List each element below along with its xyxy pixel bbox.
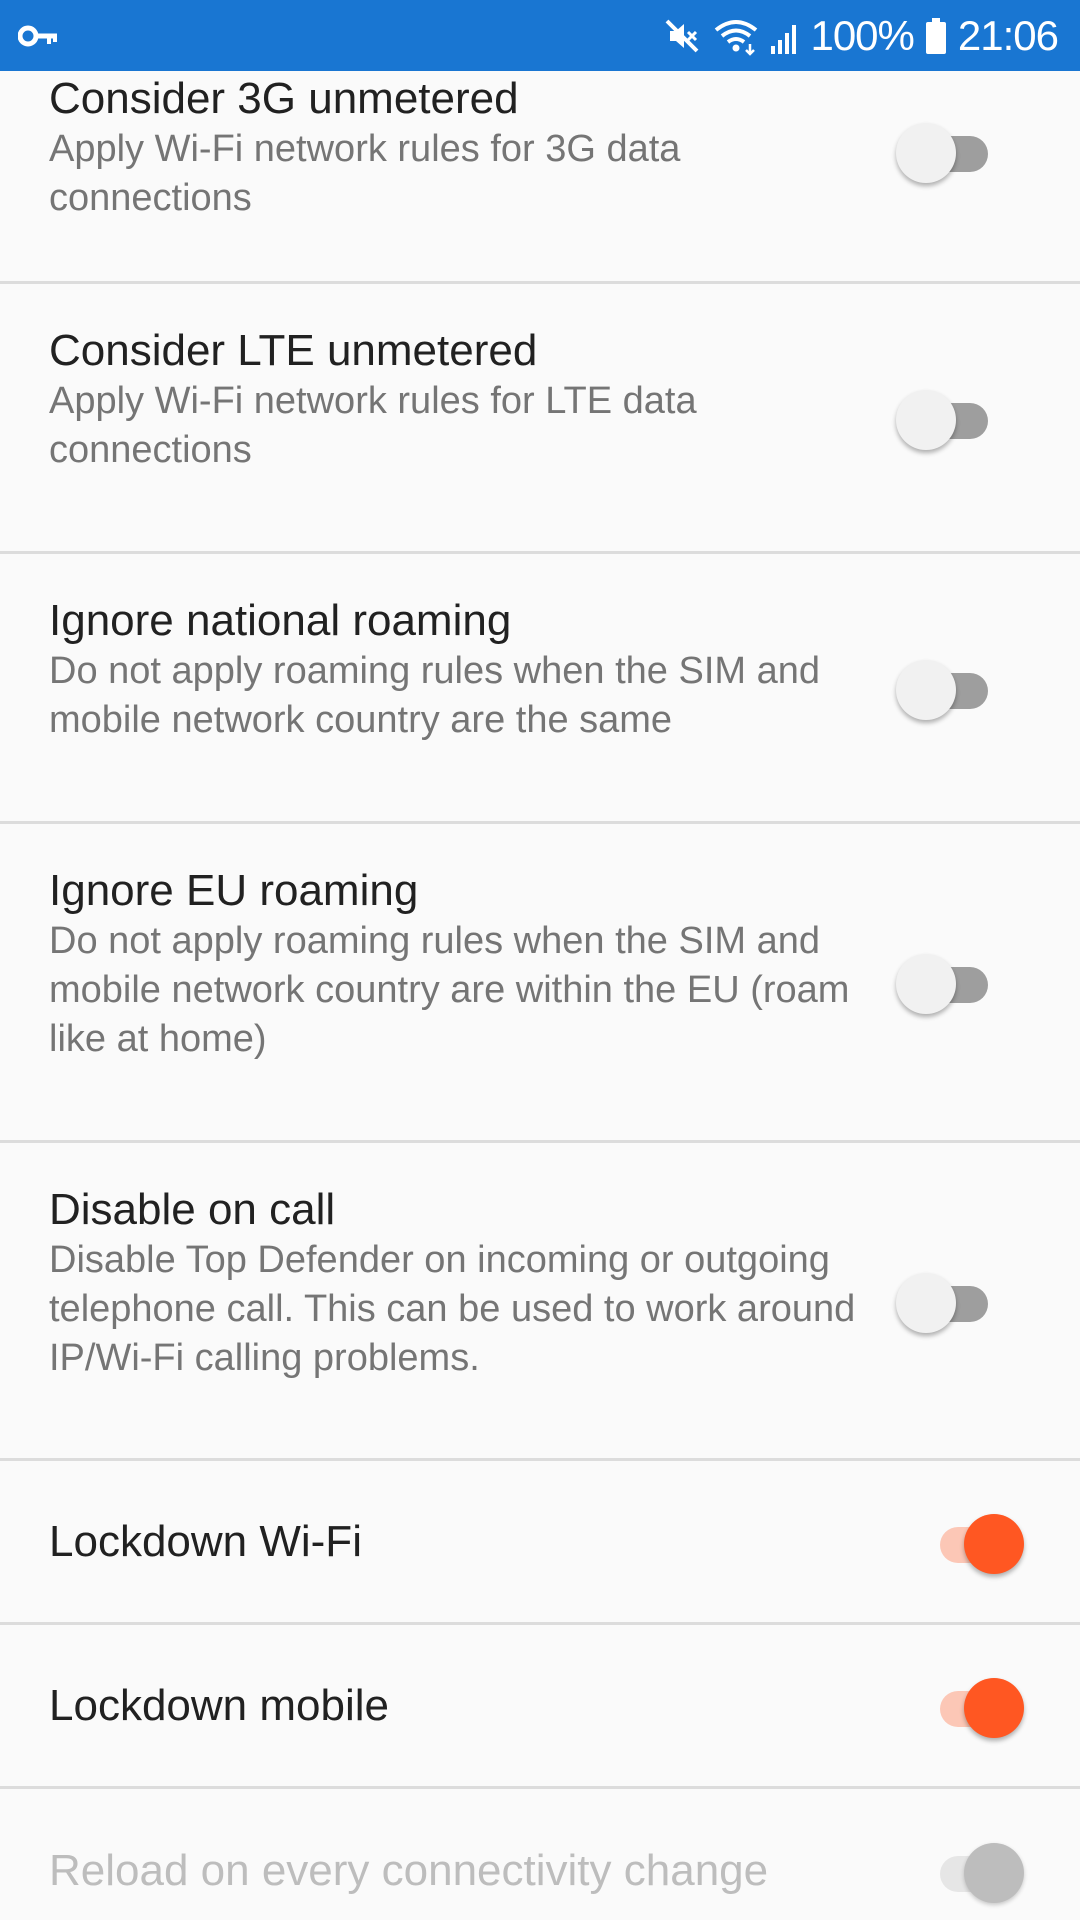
switch-thumb xyxy=(896,659,956,720)
battery-percent: 100% xyxy=(810,11,914,59)
clock: 21:06 xyxy=(957,11,1059,59)
setting-title: Lockdown mobile xyxy=(49,1680,389,1730)
setting-title: Disable on call xyxy=(49,1185,336,1234)
lockdown-wifi-switch[interactable] xyxy=(920,1510,1024,1574)
setting-title: Ignore EU roaming xyxy=(49,866,419,915)
setting-summary: Disable Top Defender on incoming or outg… xyxy=(49,1239,856,1379)
setting-lockdown-mobile[interactable]: Lockdown mobile xyxy=(0,1625,1080,1789)
setting-summary: Do not apply roaming rules when the SIM … xyxy=(49,650,820,741)
vpn-key-icon xyxy=(18,24,58,48)
lockdown-mobile-switch[interactable] xyxy=(920,1674,1024,1738)
setting-title: Reload on every connectivity change xyxy=(49,1846,769,1895)
setting-title: Consider 3G unmetered xyxy=(49,74,519,123)
consider-lte-unmetered-switch[interactable] xyxy=(896,386,1000,450)
disable-on-call-switch[interactable] xyxy=(896,1269,1000,1333)
mute-icon xyxy=(662,16,702,56)
setting-lockdown-wifi[interactable]: Lockdown Wi-Fi xyxy=(0,1461,1080,1625)
setting-summary: Apply Wi-Fi network rules for LTE data c… xyxy=(49,380,697,471)
battery-icon xyxy=(924,16,948,56)
setting-summary: Apply Wi-Fi network rules for 3G data co… xyxy=(49,128,681,219)
switch-thumb xyxy=(964,1677,1024,1738)
setting-title: Ignore national roaming xyxy=(49,596,512,645)
switch-thumb xyxy=(896,123,956,183)
setting-ignore-national-roaming[interactable]: Ignore national roaming Do not apply roa… xyxy=(0,554,1080,824)
setting-summary: Do not apply roaming rules when the SIM … xyxy=(49,920,850,1060)
setting-reload-on-connectivity-change: Reload on every connectivity change xyxy=(0,1789,1080,1920)
switch-thumb xyxy=(896,389,956,450)
screen: 100% 21:06 Consider 3G unmetered Apply W… xyxy=(0,0,1080,1920)
status-bar: 100% 21:06 xyxy=(0,0,1080,71)
ignore-eu-roaming-switch[interactable] xyxy=(896,950,1000,1014)
setting-consider-lte-unmetered[interactable]: Consider LTE unmetered Apply Wi-Fi netwo… xyxy=(0,284,1080,554)
setting-ignore-eu-roaming[interactable]: Ignore EU roaming Do not apply roaming r… xyxy=(0,824,1080,1143)
consider-3g-unmetered-switch[interactable] xyxy=(896,119,1000,183)
setting-consider-3g-unmetered[interactable]: Consider 3G unmetered Apply Wi-Fi networ… xyxy=(0,71,1080,284)
setting-title: Consider LTE unmetered xyxy=(49,326,538,375)
switch-thumb xyxy=(896,954,956,1014)
ignore-national-roaming-switch[interactable] xyxy=(896,656,1000,720)
wifi-icon xyxy=(712,16,760,56)
setting-disable-on-call[interactable]: Disable on call Disable Top Defender on … xyxy=(0,1143,1080,1461)
switch-thumb xyxy=(964,1843,1024,1903)
switch-thumb xyxy=(896,1272,956,1333)
setting-title: Lockdown Wi-Fi xyxy=(49,1516,362,1566)
signal-icon xyxy=(770,16,800,56)
settings-list: Consider 3G unmetered Apply Wi-Fi networ… xyxy=(0,71,1080,1920)
reload-on-connectivity-change-switch xyxy=(920,1839,1024,1903)
switch-thumb xyxy=(964,1513,1024,1574)
